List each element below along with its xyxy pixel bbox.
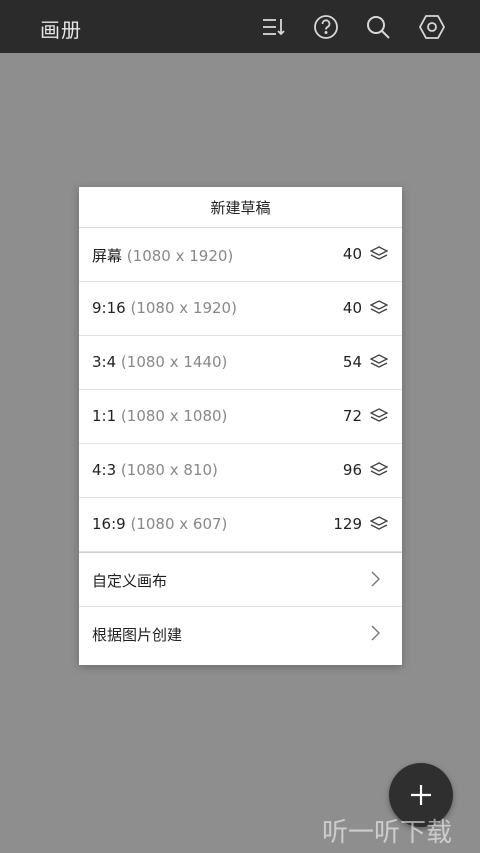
custom-canvas-row[interactable]: 自定义画布 bbox=[79, 552, 402, 607]
preset-label: 1:1 (1080 x 1080) bbox=[92, 407, 228, 425]
layer-count: 40 bbox=[342, 299, 362, 317]
preset-row-16-9[interactable]: 16:9 (1080 x 607) 129 bbox=[79, 498, 402, 552]
chevron-right-icon bbox=[371, 571, 380, 587]
preset-row-3-4[interactable]: 3:4 (1080 x 1440) 54 bbox=[79, 336, 402, 390]
preset-label: 3:4 (1080 x 1440) bbox=[92, 353, 228, 371]
custom-canvas-label: 自定义画布 bbox=[92, 572, 168, 590]
layers-icon bbox=[370, 408, 388, 422]
layer-count: 129 bbox=[333, 515, 362, 533]
search-icon[interactable] bbox=[364, 13, 392, 41]
plus-icon bbox=[411, 785, 431, 805]
create-from-image-label: 根据图片创建 bbox=[92, 626, 183, 644]
help-icon[interactable] bbox=[312, 13, 340, 41]
layers-icon bbox=[370, 300, 388, 314]
create-from-image-row[interactable]: 根据图片创建 bbox=[79, 607, 402, 660]
layer-count: 54 bbox=[342, 353, 362, 371]
layers-icon bbox=[370, 516, 388, 530]
layer-count: 96 bbox=[342, 461, 362, 479]
layer-count: 72 bbox=[342, 407, 362, 425]
preset-label: 16:9 (1080 x 607) bbox=[92, 515, 228, 533]
preset-row-screen[interactable]: 屏幕 (1080 x 1920) 40 bbox=[79, 228, 402, 282]
preset-row-4-3[interactable]: 4:3 (1080 x 810) 96 bbox=[79, 444, 402, 498]
watermark: 听一听下载 bbox=[322, 818, 453, 848]
layers-icon bbox=[370, 462, 388, 476]
preset-row-1-1[interactable]: 1:1 (1080 x 1080) 72 bbox=[79, 390, 402, 444]
dialog-title: 新建草稿 bbox=[79, 187, 402, 228]
layers-icon bbox=[370, 246, 388, 260]
settings-icon[interactable] bbox=[418, 13, 446, 41]
preset-label: 屏幕 (1080 x 1920) bbox=[92, 247, 234, 265]
chevron-right-icon bbox=[371, 625, 380, 641]
layer-count: 40 bbox=[342, 245, 362, 263]
layers-icon bbox=[370, 354, 388, 368]
page-title: 画册 bbox=[40, 18, 82, 42]
preset-label: 9:16 (1080 x 1920) bbox=[92, 299, 237, 317]
sort-icon[interactable] bbox=[259, 13, 287, 41]
preset-row-9-16[interactable]: 9:16 (1080 x 1920) 40 bbox=[79, 282, 402, 336]
new-draft-dialog: 新建草稿 屏幕 (1080 x 1920) 40 9:16 (1080 x 19… bbox=[79, 187, 402, 665]
preset-label: 4:3 (1080 x 810) bbox=[92, 461, 218, 479]
app-bar: 画册 bbox=[0, 0, 480, 53]
